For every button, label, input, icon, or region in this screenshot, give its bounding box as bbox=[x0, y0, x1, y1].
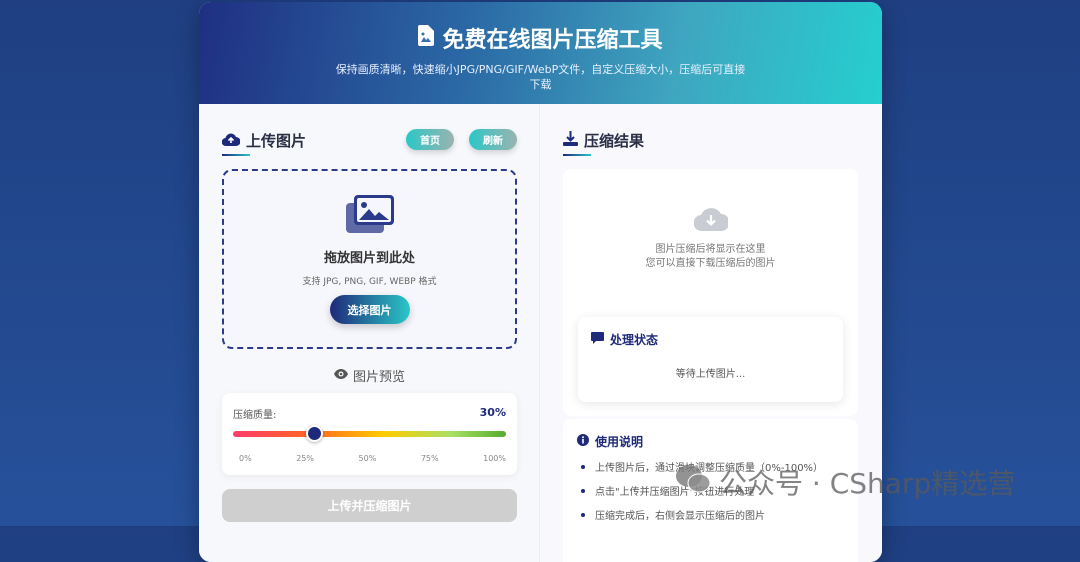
slider-ticks: 0% 25% 50% 75% 100% bbox=[233, 454, 506, 463]
drop-title: 拖放图片到此处 bbox=[323, 251, 415, 266]
usage-item: 上传图片后，通过滑块调整压缩质量（0%-100%） bbox=[577, 459, 858, 474]
cloud-upload-icon bbox=[221, 132, 241, 150]
select-image-button[interactable]: 选择图片 bbox=[329, 295, 410, 324]
tick-label: 75% bbox=[420, 454, 439, 463]
quality-value: 30% bbox=[479, 406, 506, 419]
quality-slider-thumb[interactable] bbox=[306, 425, 324, 442]
drop-hint: 支持 JPG, PNG, GIF, WEBP 格式 bbox=[302, 277, 437, 287]
images-icon bbox=[224, 195, 515, 237]
page-subtitle: 保持画质清晰，快速缩小JPG/PNG/GIF/WebP文件，自定义压缩大小，压缩… bbox=[335, 63, 746, 91]
page-title: 免费在线图片压缩工具 bbox=[442, 28, 663, 53]
cloud-download-icon bbox=[563, 205, 858, 235]
header: 免费在线图片压缩工具 保持画质清晰，快速缩小JPG/PNG/GIF/WebP文件… bbox=[199, 2, 882, 104]
status-text: 等待上传图片... bbox=[675, 369, 746, 380]
result-placeholder-line2: 您可以直接下载压缩后的图片 bbox=[645, 258, 776, 269]
usage-item: 点击"上传并压缩图片"按钮进行处理 bbox=[577, 483, 858, 498]
file-image-icon bbox=[418, 24, 435, 52]
tick-label: 0% bbox=[239, 454, 252, 463]
app-card: 免费在线图片压缩工具 保持画质清晰，快速缩小JPG/PNG/GIF/WebP文件… bbox=[199, 2, 882, 562]
usage-title: 使用说明 bbox=[577, 433, 858, 450]
quality-card: 压缩质量: 30% 0% 25% 50% 75% 100% bbox=[222, 393, 517, 475]
status-card: 处理状态 等待上传图片... bbox=[578, 317, 843, 402]
info-icon bbox=[577, 434, 589, 449]
preview-heading: 图片预览 bbox=[199, 366, 540, 385]
quality-label: 压缩质量: bbox=[233, 410, 277, 421]
refresh-button[interactable]: 刷新 bbox=[469, 129, 517, 150]
download-icon bbox=[563, 131, 578, 150]
tick-label: 25% bbox=[296, 454, 314, 463]
upload-compress-button[interactable]: 上传并压缩图片 bbox=[222, 489, 517, 522]
comment-icon bbox=[591, 332, 604, 347]
tick-label: 100% bbox=[483, 454, 506, 463]
result-panel: 压缩结果 图片压缩后将显示在这里 您可以直接下载压缩后的图片 处理状态 等待上传… bbox=[540, 104, 882, 562]
usage-card: 使用说明 上传图片后，通过滑块调整压缩质量（0%-100%） 点击"上传并压缩图… bbox=[563, 419, 858, 562]
drop-zone[interactable]: 拖放图片到此处 支持 JPG, PNG, GIF, WEBP 格式 选择图片 bbox=[222, 169, 517, 349]
upload-panel: 上传图片 首页 刷新 拖放图片到此处 支持 JPG, PNG, GIF, WEB… bbox=[199, 104, 540, 562]
usage-item: 压缩完成后，右侧会显示压缩后的图片 bbox=[577, 507, 858, 522]
status-title: 处理状态 bbox=[591, 331, 658, 348]
eye-icon bbox=[333, 368, 348, 383]
result-title: 压缩结果 bbox=[563, 130, 644, 156]
home-button[interactable]: 首页 bbox=[406, 129, 454, 150]
tick-label: 50% bbox=[358, 454, 377, 463]
result-card: 图片压缩后将显示在这里 您可以直接下载压缩后的图片 处理状态 等待上传图片... bbox=[563, 169, 858, 416]
quality-slider-track[interactable] bbox=[233, 431, 506, 437]
upload-title: 上传图片 bbox=[221, 130, 306, 156]
result-placeholder-line1: 图片压缩后将显示在这里 bbox=[655, 244, 766, 255]
